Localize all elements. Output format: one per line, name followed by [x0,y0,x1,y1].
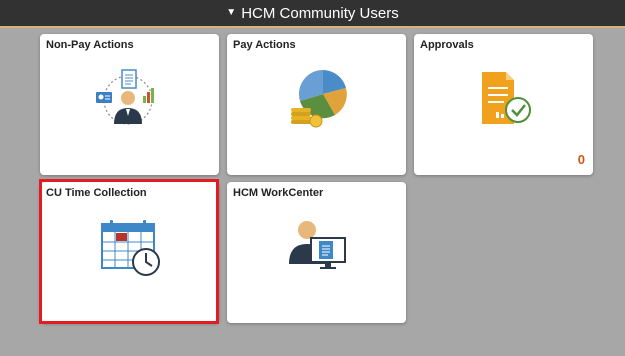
tile-title: HCM WorkCenter [233,187,324,199]
tile-title: Non-Pay Actions [46,39,134,51]
tile-hcm-workcenter[interactable]: HCM WorkCenter [227,182,406,323]
tile-title: CU Time Collection [46,187,147,199]
people-workflow-icon [96,69,154,125]
tile-title: Approvals [420,39,474,51]
tile-non-pay-actions[interactable]: Non-Pay Actions [40,34,219,175]
approvals-count: 0 [577,152,585,167]
pie-chart-coins-icon [291,69,347,128]
tile-title: Pay Actions [233,39,296,51]
tile-cu-time-collection[interactable]: CU Time Collection [40,182,219,323]
page-title: HCM Community Users [241,4,399,22]
user-monitor-document-icon [289,221,346,269]
tile-approvals[interactable]: Approvals 0 [414,34,593,175]
tile-pay-actions[interactable]: Pay Actions [227,34,406,175]
calendar-clock-icon [101,220,160,276]
caret-down-icon: ▼ [226,6,237,18]
header-bar[interactable]: ▼ HCM Community Users [0,0,625,28]
document-approved-icon [482,72,531,124]
